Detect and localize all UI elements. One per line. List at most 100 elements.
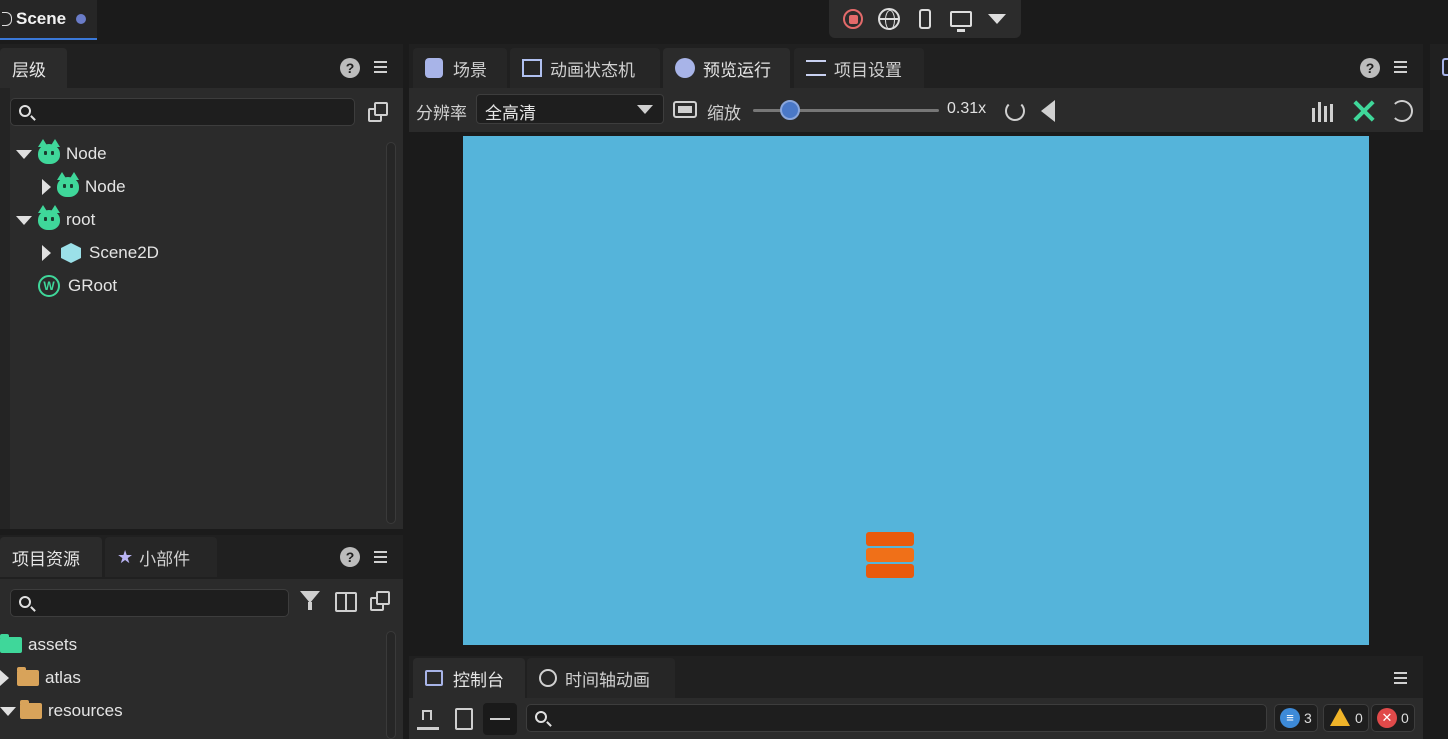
tree-node-label: Node: [85, 177, 126, 196]
help-icon[interactable]: ?: [340, 547, 360, 567]
preview-run-icon: [675, 58, 695, 78]
resolution-select[interactable]: 全高清: [476, 94, 664, 124]
tab-preview-run[interactable]: 预览运行: [663, 48, 790, 88]
tree-node-groot[interactable]: W GRoot: [38, 272, 117, 300]
scene-tab-label: Scene: [16, 9, 67, 28]
scene-tab[interactable]: Scene: [0, 0, 97, 40]
tree-node-root[interactable]: root: [16, 205, 96, 234]
search-icon: [535, 711, 547, 723]
assets-search-input[interactable]: [10, 589, 289, 617]
tree-node-node[interactable]: Node: [16, 139, 107, 168]
phone-preview-button[interactable]: [912, 6, 938, 32]
tree-node-label: Node: [66, 144, 107, 163]
tab-hierarchy[interactable]: 层级: [0, 48, 67, 88]
copy-log-button[interactable]: [455, 708, 473, 730]
scene-icon: [425, 58, 443, 78]
warning-icon: [1329, 708, 1351, 728]
collapse-all-button[interactable]: [368, 102, 390, 122]
aspect-ratio-icon[interactable]: [673, 101, 697, 118]
assets-scrollbar[interactable]: [386, 631, 396, 739]
collapse-arrow-icon[interactable]: [42, 245, 51, 261]
expand-arrow-icon[interactable]: [16, 149, 32, 159]
desktop-preview-button[interactable]: [948, 6, 974, 32]
preview-controls: [829, 0, 1021, 38]
zoom-slider-thumb[interactable]: [780, 100, 801, 120]
tab-console[interactable]: 控制台: [413, 658, 525, 698]
assets-panel: 项目资源 ★ 小部件 ? assets atlas resources: [0, 535, 403, 739]
expand-arrow-icon[interactable]: [16, 215, 32, 225]
assets-header: 项目资源 ★ 小部件 ?: [0, 535, 403, 579]
filter-button[interactable]: [300, 591, 320, 613]
unsaved-dot-icon: [76, 14, 87, 24]
tab-animation-state-machine[interactable]: 动画状态机: [510, 48, 660, 88]
speaker-icon: [1041, 100, 1055, 122]
warning-count-badge[interactable]: 0: [1323, 704, 1369, 732]
collapse-all-button[interactable]: [370, 591, 392, 613]
tab-console-label: 控制台: [453, 670, 504, 690]
browser-preview-button[interactable]: [876, 6, 902, 32]
collapse-logs-button[interactable]: [483, 703, 517, 735]
reset-zoom-button[interactable]: [1005, 101, 1025, 121]
chevron-down-icon: [637, 105, 653, 114]
menu-icon[interactable]: [374, 61, 387, 73]
asset-folder-resources[interactable]: resources: [0, 697, 123, 725]
resolution-label: 分辨率: [416, 104, 467, 123]
error-count-badge[interactable]: ✕ 0: [1371, 704, 1415, 732]
menu-icon[interactable]: [1394, 672, 1407, 684]
tree-node-node-child[interactable]: Node: [42, 172, 126, 201]
tree-node-label: root: [66, 210, 96, 229]
settings-sliders-icon: [806, 60, 826, 76]
collapse-arrow-icon[interactable]: [0, 670, 9, 686]
help-icon[interactable]: ?: [1360, 58, 1380, 78]
info-count-badge[interactable]: ≡ 3: [1274, 704, 1318, 732]
asset-label: assets: [28, 635, 78, 654]
tab-widgets[interactable]: ★ 小部件: [105, 537, 217, 577]
info-icon: ≡: [1280, 708, 1300, 728]
hierarchy-panel: 层级 ? Node Node root Scene2D W GRoot: [0, 44, 403, 529]
cocos-node-icon: [38, 205, 60, 230]
stop-button[interactable]: [840, 6, 866, 32]
info-count: 3: [1304, 710, 1312, 726]
menu-icon[interactable]: [374, 551, 387, 563]
tab-project-assets[interactable]: 项目资源: [0, 537, 102, 577]
tab-scene[interactable]: 场景: [413, 48, 507, 88]
folder-icon: [17, 667, 39, 686]
orange-block: [866, 548, 914, 562]
tab-project-settings[interactable]: 项目设置: [794, 48, 924, 88]
collapse-arrow-icon[interactable]: [42, 179, 51, 195]
split-view-button[interactable]: [335, 592, 357, 612]
collapse-icon: [490, 718, 510, 720]
clock-icon: [539, 669, 557, 687]
tools-button[interactable]: [1351, 98, 1377, 124]
console-header: 控制台 时间轴动画: [409, 656, 1423, 698]
orange-block: [866, 532, 914, 546]
asset-folder-atlas[interactable]: atlas: [0, 664, 81, 692]
tree-node-scene2d[interactable]: Scene2D: [42, 239, 159, 267]
inspector-icon: [1442, 58, 1448, 76]
tab-timeline-animation[interactable]: 时间轴动画: [527, 658, 675, 698]
scene-icon: [2, 12, 12, 26]
console-panel: 控制台 时间轴动画 ≡ 3 0 ✕ 0: [409, 656, 1423, 739]
hierarchy-search-input[interactable]: [10, 98, 355, 126]
hierarchy-scrollbar[interactable]: [386, 142, 396, 524]
asset-folder-assets[interactable]: assets: [0, 631, 77, 659]
help-icon[interactable]: ?: [340, 58, 360, 78]
game-preview-canvas[interactable]: [463, 136, 1369, 645]
cocos-node-icon: [38, 139, 60, 164]
tab-preview-run-label: 预览运行: [703, 60, 771, 80]
console-search-input[interactable]: [526, 704, 1267, 732]
mute-button[interactable]: [1041, 100, 1067, 122]
refresh-button[interactable]: [1391, 100, 1413, 122]
scene-header: 场景 动画状态机 预览运行 项目设置 ?: [409, 44, 1423, 88]
expand-arrow-icon[interactable]: [0, 706, 16, 716]
tab-hierarchy-label: 层级: [12, 60, 46, 80]
dropdown-icon: [988, 14, 1006, 24]
stats-button[interactable]: [1312, 100, 1336, 122]
menu-icon[interactable]: [1394, 61, 1407, 73]
preview-dropdown-button[interactable]: [984, 6, 1010, 32]
asset-label: atlas: [45, 668, 81, 687]
tab-project-assets-label: 项目资源: [12, 549, 80, 569]
console-icon: [425, 670, 443, 686]
tree-node-label: GRoot: [68, 276, 118, 295]
clear-console-button[interactable]: [417, 708, 439, 730]
